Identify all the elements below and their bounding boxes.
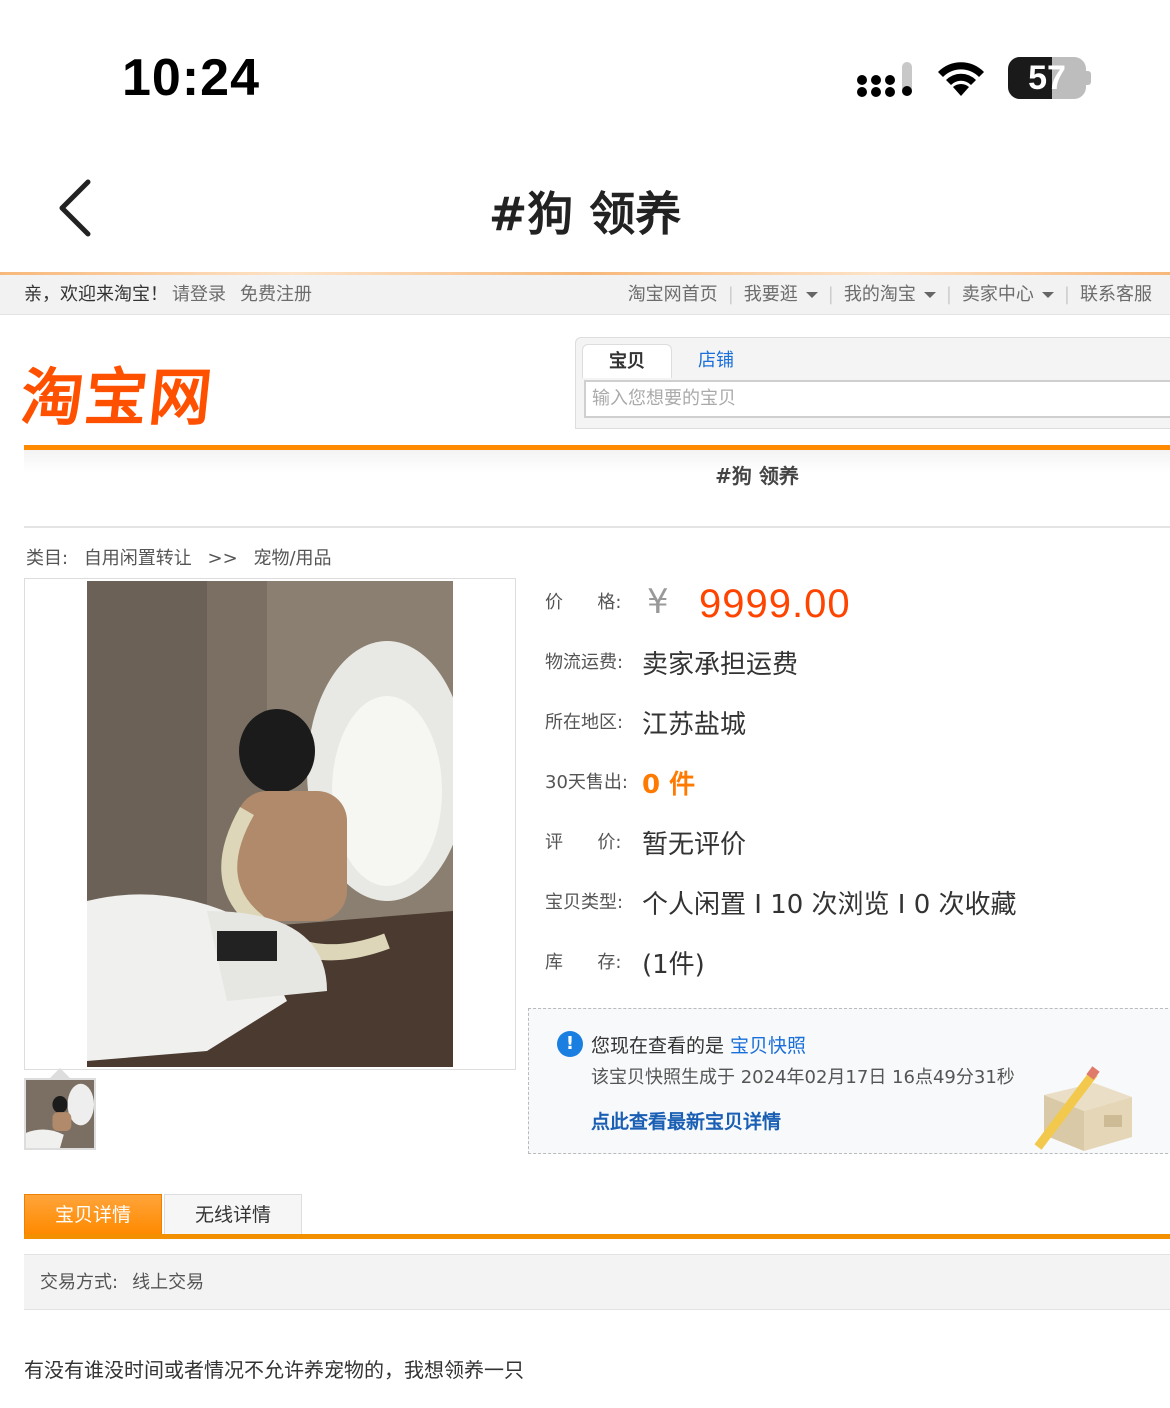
trade-method-label: 交易方式: xyxy=(40,1272,119,1293)
item-properties: 价 格: ¥ 9999.00 物流运费: 卖家承担运费 所在地区: 江苏盐城 3… xyxy=(545,582,1165,1004)
latest-details-link[interactable]: 点此查看最新宝贝详情 xyxy=(591,1107,781,1134)
nav-link-customer-service-label: 联系客服 xyxy=(1080,284,1152,305)
shipping-value: 卖家承担运费 xyxy=(642,650,799,680)
clock: 10:24 xyxy=(122,49,260,107)
price-value: 9999.00 xyxy=(699,582,851,626)
breadcrumb-separator: >> xyxy=(207,548,238,569)
type-label: 宝贝类型: xyxy=(545,892,624,913)
trade-method-row: 交易方式: 线上交易 xyxy=(24,1254,1170,1310)
breadcrumb-subcategory[interactable]: 宠物/用品 xyxy=(253,548,331,569)
page-title: #狗 领养 xyxy=(488,187,682,241)
location-label: 所在地区: xyxy=(545,712,624,733)
breadcrumb-label: 类目: xyxy=(26,548,69,569)
search-box: 宝贝 店铺 输入您想要的宝贝 xyxy=(575,337,1170,429)
currency-symbol: ¥ xyxy=(647,582,669,622)
location-value: 江苏盐城 xyxy=(642,710,747,740)
trade-method-value: 线上交易 xyxy=(132,1272,205,1293)
dropdown-caret-icon xyxy=(923,292,936,298)
site-nav-links: 淘宝网首页 | 我要逛 | 我的淘宝 | 卖家中心 | 联系客服 xyxy=(618,275,1162,315)
welcome-text: 亲，欢迎来淘宝！ xyxy=(24,284,168,305)
nav-link-my-taobao-label: 我的淘宝 xyxy=(843,284,916,305)
search-tab-item[interactable]: 宝贝 xyxy=(582,344,672,378)
stock-row: 库 存: (1件) xyxy=(545,944,1165,1004)
nav-link-my-taobao[interactable]: 我的淘宝 xyxy=(834,275,946,315)
price-label: 价 格: xyxy=(545,592,622,613)
battery-percentage: 57 xyxy=(1028,59,1066,97)
register-link[interactable]: 免费注册 xyxy=(240,284,312,305)
photo-thumbnail[interactable] xyxy=(24,1078,96,1150)
wifi-icon xyxy=(938,62,984,96)
nav-link-seller-center[interactable]: 卖家中心 xyxy=(952,275,1064,315)
shipping-label: 物流运费: xyxy=(545,652,624,673)
stock-value: (1件) xyxy=(642,950,705,980)
webpage-content: 亲，欢迎来淘宝！ 请登录 免费注册 淘宝网首页 | 我要逛 | 我的淘宝 | 卖家中… xyxy=(0,272,1170,1408)
product-photo[interactable] xyxy=(87,581,453,1067)
nav-link-customer-service[interactable]: 联系客服 xyxy=(1070,275,1162,315)
snapshot-link[interactable]: 宝贝快照 xyxy=(730,1035,806,1057)
search-tab-shop[interactable]: 店铺 xyxy=(672,344,760,378)
navigation-header: #狗 领养 xyxy=(0,150,1170,270)
price-row: 价 格: ¥ 9999.00 xyxy=(545,582,1165,644)
stock-label: 库 存: xyxy=(545,952,622,973)
snapshot-text-label: 您现在查看的是 xyxy=(591,1035,725,1057)
search-input[interactable]: 输入您想要的宝贝 xyxy=(584,380,1170,418)
dropdown-caret-icon xyxy=(805,292,818,298)
info-icon: ! xyxy=(557,1031,583,1057)
nav-link-browse[interactable]: 我要逛 xyxy=(734,275,828,315)
nav-link-home-label: 淘宝网首页 xyxy=(627,284,718,305)
sold-label: 30天售出: xyxy=(545,772,628,793)
taobao-logo[interactable]: 淘宝网 xyxy=(17,347,218,437)
tab-wireless-details[interactable]: 无线详情 xyxy=(164,1194,302,1234)
type-value: 个人闲置 I 10 次浏览 I 0 次收藏 xyxy=(642,890,1017,920)
breadcrumb: 类目: 自用闲置转让 >> 宠物/用品 xyxy=(26,544,342,570)
detail-tabs: 宝贝详情 无线详情 xyxy=(24,1192,1170,1236)
item-title: #狗 领养 xyxy=(24,450,1170,528)
main-photo-frame xyxy=(24,578,516,1070)
nav-link-browse-label: 我要逛 xyxy=(743,284,798,305)
sold-row: 30天售出: 0 件 xyxy=(545,764,1165,824)
type-row: 宝贝类型: 个人闲置 I 10 次浏览 I 0 次收藏 xyxy=(545,884,1165,944)
rating-label: 评 价: xyxy=(545,832,622,853)
thumbnail-pointer xyxy=(50,1068,70,1078)
login-link[interactable]: 请登录 xyxy=(172,284,226,305)
shipping-row: 物流运费: 卖家承担运费 xyxy=(545,644,1165,704)
tab-item-details[interactable]: 宝贝详情 xyxy=(24,1194,162,1234)
nav-link-home[interactable]: 淘宝网首页 xyxy=(618,275,728,315)
rating-value: 暂无评价 xyxy=(642,830,747,860)
location-row: 所在地区: 江苏盐城 xyxy=(545,704,1165,764)
nav-link-seller-center-label: 卖家中心 xyxy=(961,284,1034,305)
welcome-message: 亲，欢迎来淘宝！ 请登录 免费注册 xyxy=(24,275,312,315)
battery-icon: 57 xyxy=(1008,57,1086,99)
cellular-signal-icon xyxy=(857,62,912,97)
status-bar: 10:24 57 xyxy=(0,0,1170,150)
battery-cap xyxy=(1086,71,1091,85)
snapshot-generated-time: 该宝贝快照生成于 2024年02月17日 16点49分31秒 xyxy=(591,1067,1015,1088)
site-top-nav: 亲，欢迎来淘宝！ 请登录 免费注册 淘宝网首页 | 我要逛 | 我的淘宝 | 卖家中… xyxy=(0,275,1170,315)
snapshot-notice: ! 您现在查看的是 宝贝快照 该宝贝快照生成于 2024年02月17日 16点49… xyxy=(528,1008,1170,1154)
breadcrumb-category[interactable]: 自用闲置转让 xyxy=(84,548,192,569)
brand-row: 淘宝网 宝贝 店铺 输入您想要的宝贝 xyxy=(0,315,1170,445)
snapshot-text: 您现在查看的是 宝贝快照 xyxy=(591,1031,806,1058)
sold-value: 0 件 xyxy=(642,770,696,800)
tab-underline xyxy=(24,1234,1170,1239)
dropdown-caret-icon xyxy=(1041,292,1054,298)
package-pencil-icon xyxy=(1034,1066,1132,1151)
rating-row: 评 价: 暂无评价 xyxy=(545,824,1165,884)
item-description: 有没有谁没时间或者情况不允许养宠物的，我想领养一只 xyxy=(24,1358,524,1382)
